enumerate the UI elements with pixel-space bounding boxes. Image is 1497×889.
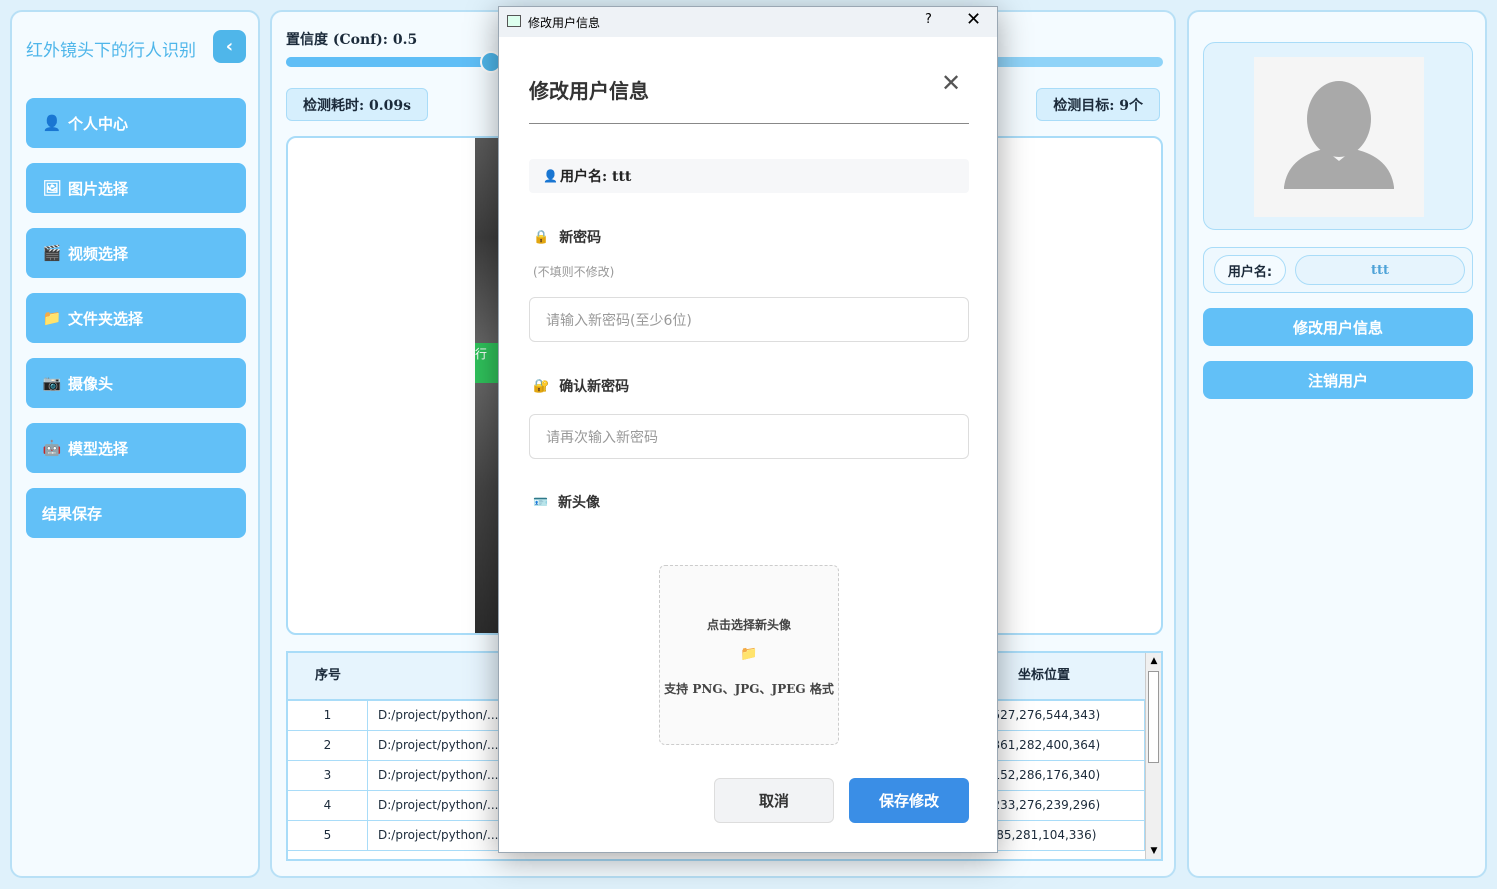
detect-time-badge: 检测耗时: 0.09s <box>286 88 429 121</box>
user-icon: 👤 <box>42 114 62 132</box>
divider <box>529 123 969 124</box>
nav-save-results[interactable]: 结果保存 <box>26 488 246 538</box>
username-row: 用户名: ttt <box>1203 247 1473 293</box>
nav-label: 个人中心 <box>68 114 129 133</box>
chevron-left-icon: ‹ <box>225 36 234 57</box>
user-icon: 👤 <box>543 169 558 183</box>
image-icon: 🖼 <box>42 179 62 197</box>
user-panel: 用户名: ttt 修改用户信息 注销用户 <box>1187 10 1487 878</box>
edit-user-dialog: 修改用户信息 ? ✕ 修改用户信息 ✕ 👤 用户名: ttt 🔒 新密码 (不填… <box>498 6 998 853</box>
confirm-password-input[interactable]: 请再次输入新密码 <box>529 414 969 459</box>
detection-label: 行 <box>475 343 499 383</box>
table-scrollbar[interactable]: ▲ ▼ <box>1145 653 1161 859</box>
nav-label: 图片选择 <box>68 179 129 198</box>
new-password-input[interactable]: 请输入新密码(至少6位) <box>529 297 969 342</box>
save-button[interactable]: 保存修改 <box>849 778 969 823</box>
scroll-thumb[interactable] <box>1148 671 1159 763</box>
nav-model-select[interactable]: 🤖 模型选择 <box>26 423 246 473</box>
help-icon[interactable]: ? <box>925 12 932 27</box>
dialog-title: 修改用户信息 <box>529 79 649 103</box>
camera-icon: 📷 <box>42 374 62 392</box>
avatar-upload-area[interactable]: 点击选择新头像 📁 支持 PNG、JPG、JPEG 格式 <box>659 565 839 745</box>
nav-label: 模型选择 <box>68 439 129 458</box>
detect-count-badge: 检测目标: 9个 <box>1036 88 1160 121</box>
window-icon <box>507 15 521 27</box>
app-title: 红外镜头下的行人识别 <box>26 41 196 61</box>
lock-icon: 🔒 <box>533 229 550 245</box>
username-value: ttt <box>1295 255 1465 285</box>
dialog-titlebar: 修改用户信息 ? ✕ <box>499 7 997 37</box>
confirm-password-label: 🔐 确认新密码 <box>533 378 630 396</box>
edit-user-button[interactable]: 修改用户信息 <box>1203 308 1473 346</box>
avatar <box>1254 57 1424 217</box>
new-avatar-label: 🪪 新头像 <box>533 495 600 511</box>
id-card-icon: 🪪 <box>533 495 548 509</box>
nav-label: 视频选择 <box>68 244 129 263</box>
robot-icon: 🤖 <box>42 439 62 457</box>
logout-button[interactable]: 注销用户 <box>1203 361 1473 399</box>
cell-index: 3 <box>288 761 368 790</box>
nav-label: 摄像头 <box>68 374 114 393</box>
nav-label: 结果保存 <box>42 504 103 523</box>
collapse-sidebar-button[interactable]: ‹ <box>213 30 246 63</box>
dialog-body: 修改用户信息 ✕ 👤 用户名: ttt 🔒 新密码 (不填则不修改) 请输入新密… <box>501 39 995 851</box>
new-password-hint: (不填则不修改) <box>533 265 615 279</box>
nav-image-select[interactable]: 🖼 图片选择 <box>26 163 246 213</box>
avatar-frame <box>1203 42 1473 230</box>
folder-icon: 📁 <box>42 309 62 327</box>
lock-icon: 🔐 <box>533 378 550 394</box>
scroll-down-icon[interactable]: ▼ <box>1146 843 1161 859</box>
cancel-button[interactable]: 取消 <box>714 778 834 823</box>
username-text: 用户名: ttt <box>559 169 632 185</box>
nav-label: 文件夹选择 <box>68 309 144 328</box>
cell-index: 5 <box>288 821 368 850</box>
clapper-icon: 🎬 <box>42 244 62 262</box>
confidence-label: 置信度 (Conf): 0.5 <box>286 32 418 48</box>
nav-personal-center[interactable]: 👤 个人中心 <box>26 98 246 148</box>
folder-icon: 📁 <box>740 646 758 662</box>
sidebar: 红外镜头下的行人识别 ‹ 👤 个人中心 🖼 图片选择 🎬 视频选择 📁 文件夹选择 📷 摄… <box>10 10 260 878</box>
nav-camera[interactable]: 📷 摄像头 <box>26 358 246 408</box>
slider-fill <box>286 57 491 67</box>
nav-video-select[interactable]: 🎬 视频选择 <box>26 228 246 278</box>
scroll-up-icon[interactable]: ▲ <box>1146 653 1161 669</box>
username-display: 👤 用户名: ttt <box>529 159 969 193</box>
cell-index: 2 <box>288 731 368 760</box>
nav-folder-select[interactable]: 📁 文件夹选择 <box>26 293 246 343</box>
default-avatar-icon <box>1284 81 1394 189</box>
window-title: 修改用户信息 <box>528 16 601 30</box>
dialog-close-icon[interactable]: ✕ <box>941 69 961 97</box>
username-label: 用户名: <box>1214 255 1286 285</box>
upload-formats: 支持 PNG、JPG、JPEG 格式 <box>664 682 834 696</box>
cell-index: 1 <box>288 701 368 730</box>
column-header-index: 序号 <box>314 668 341 683</box>
cell-index: 4 <box>288 791 368 820</box>
window-close-icon[interactable]: ✕ <box>966 9 981 30</box>
infrared-image: 行 <box>475 138 499 633</box>
upload-text: 点击选择新头像 <box>706 618 791 632</box>
new-password-label: 🔒 新密码 <box>533 229 602 247</box>
